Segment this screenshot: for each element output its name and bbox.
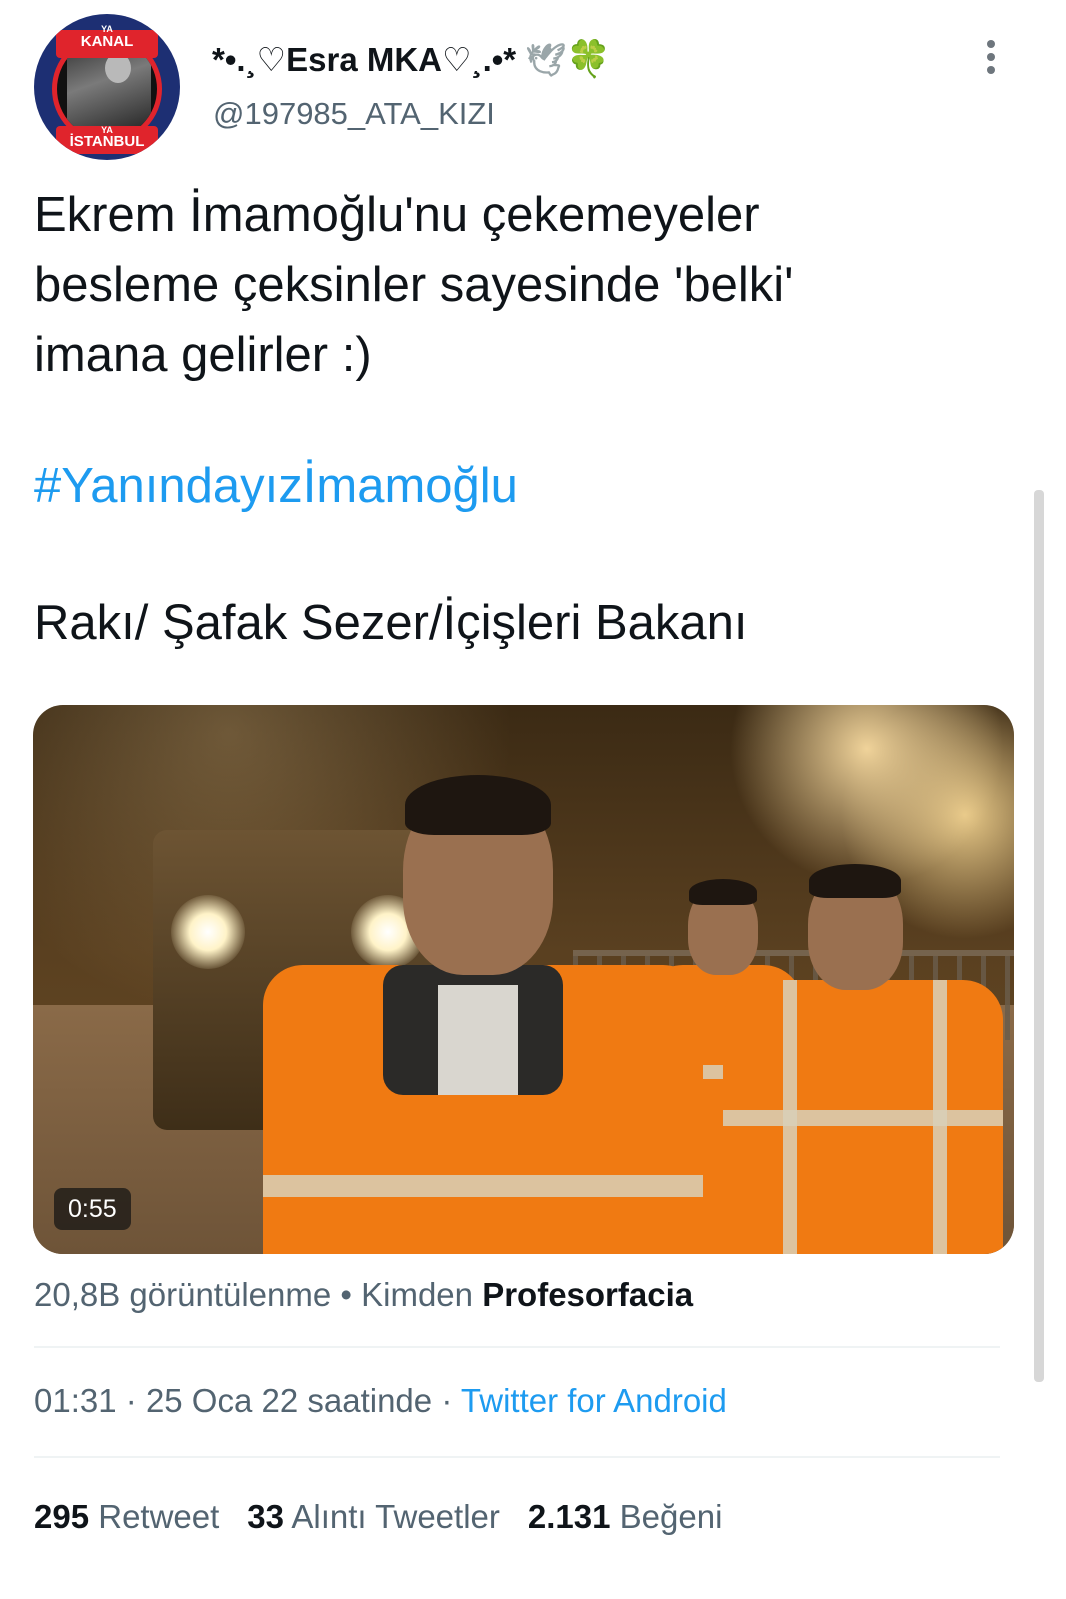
dove-emoji-icon: 🕊 xyxy=(525,42,566,78)
avatar-photo xyxy=(67,47,151,133)
likes-stat[interactable]: 2.131 Beğeni xyxy=(528,1498,723,1535)
separator-dot: · xyxy=(441,1382,453,1419)
tweet-text-line: imana gelirler :) xyxy=(34,328,372,382)
likes-label: Beğeni xyxy=(619,1498,723,1535)
video-views-row: 20,8B görüntülenme • Kimden Profesorfaci… xyxy=(34,1276,693,1314)
video-player[interactable] xyxy=(33,705,1014,1254)
divider xyxy=(34,1346,1000,1348)
retweets-count: 295 xyxy=(34,1498,90,1535)
tweet-text: Ekrem İmamoğlu'nu çekemeyeler besleme çe… xyxy=(34,180,974,390)
quotes-stat[interactable]: 33 Alıntı Tweetler xyxy=(247,1498,500,1535)
separator-dot: • xyxy=(340,1276,352,1313)
retweets-stat[interactable]: 295 Retweet xyxy=(34,1498,219,1535)
likes-count: 2.131 xyxy=(527,1498,611,1535)
video-source-user-link[interactable]: Profesorfacia xyxy=(482,1276,693,1313)
divider xyxy=(34,1456,1000,1458)
avatar[interactable]: YA KANAL YA İSTANBUL xyxy=(34,14,180,160)
clover-emoji-icon: 🍀 xyxy=(565,38,611,79)
view-count: 20,8B görüntülenme xyxy=(34,1276,332,1313)
engagement-stats-row: 295 Retweet 33 Alıntı Tweetler 2.131 Beğen… xyxy=(34,1498,722,1536)
tweet-text-line: besleme çeksinler sayesinde 'belki' xyxy=(34,258,794,312)
author-handle[interactable]: @197985_ATA_KIZI xyxy=(213,96,495,132)
separator-dot: · xyxy=(125,1382,137,1419)
tweet-time[interactable]: 01:31 xyxy=(34,1382,117,1419)
scrollbar[interactable] xyxy=(1034,490,1044,1382)
author-display-name[interactable]: *•.¸♡Esra MKA♡¸.•* 🕊🍀 xyxy=(212,38,611,80)
timestamp-row: 01:31 · 25 Oca 22 saatinde · Twitter for… xyxy=(34,1382,727,1420)
avatar-logo-text-top: YA KANAL xyxy=(80,24,134,50)
quotes-count: 33 xyxy=(247,1498,285,1535)
tweet-text-line: Ekrem İmamoğlu'nu çekemeyeler xyxy=(34,188,760,242)
more-vertical-icon[interactable] xyxy=(976,36,1006,78)
tweet-detail-page: YA KANAL YA İSTANBUL *•.¸♡Esra MKA♡¸.•* … xyxy=(0,0,1066,1599)
tweet-text-extra: Rakı/ Şafak Sezer/İçişleri Bakanı xyxy=(34,596,748,650)
author-name-text: *•.¸♡Esra MKA♡¸.•* xyxy=(212,41,517,78)
video-duration-badge: 0:55 xyxy=(54,1188,131,1230)
hashtag-link[interactable]: #Yanındayızİmamoğlu xyxy=(34,456,518,516)
quotes-label: Alıntı Tweetler xyxy=(291,1498,500,1535)
retweets-label: Retweet xyxy=(98,1498,220,1535)
avatar-logo-text-bottom: YA İSTANBUL xyxy=(69,125,145,150)
tweet-source-link[interactable]: Twitter for Android xyxy=(461,1382,727,1419)
tweet-date[interactable]: 25 Oca 22 saatinde xyxy=(146,1382,432,1419)
from-label: Kimden xyxy=(361,1276,474,1313)
video-headlight xyxy=(171,895,245,969)
